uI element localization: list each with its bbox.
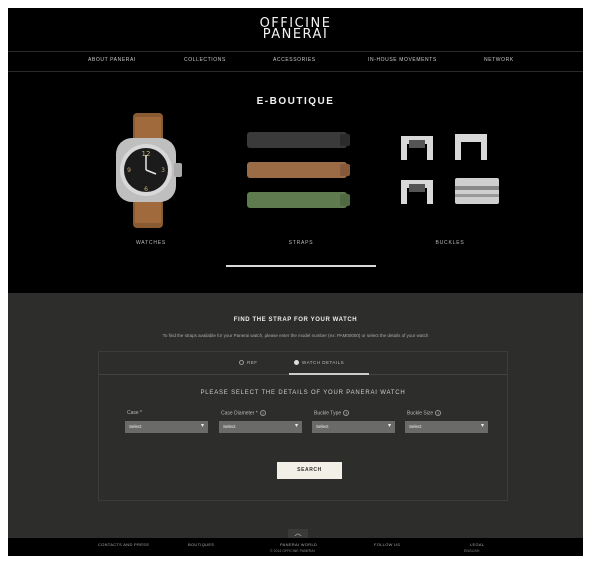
tab-active-underline [289,373,369,375]
tab-watch-details-label: WATCH DETAILS [302,360,345,365]
buckle-type-select[interactable]: Select ▾ [312,421,395,433]
category-buckles[interactable]: BUCKLES [405,240,495,246]
footer-legal[interactable]: LEGAL [470,542,484,547]
nav-network[interactable]: NETWORK [484,57,514,63]
tab-ref-label: REF [247,360,258,365]
select-details-title: PLEASE SELECT THE DETAILS OF YOUR PANERA… [200,390,406,396]
footer-language[interactable]: ENGLISH [464,549,479,553]
svg-text:9: 9 [127,167,131,174]
straps-image[interactable] [244,128,354,218]
case-select[interactable]: Select ▾ [125,421,208,433]
svg-text:6: 6 [144,186,148,193]
strap-finder-section: FIND THE STRAP FOR YOUR WATCH To find th… [8,293,583,556]
footer-follow-us[interactable]: FOLLOW US [374,542,400,547]
buckle-size-select-value: Select [409,424,422,429]
footer-contacts[interactable]: CONTACTS AND PRESS [98,542,149,547]
watch-image[interactable]: 12 6 9 3 [108,113,188,228]
finder-description: To find the straps available for your Pa… [162,333,429,338]
footer-copyright: © 2014 OFFICINE PANERAI [270,549,315,553]
footer-panerai-world[interactable]: PANERAI WORLD [280,542,317,547]
buckles-image[interactable] [393,126,508,216]
case-diameter-select-value: Select [223,424,236,429]
category-straps[interactable]: STRAPS [256,240,346,246]
search-button[interactable]: SEARCH [277,462,342,479]
case-label: Case * [127,410,143,416]
nav-collections[interactable]: COLLECTIONS [184,57,226,63]
svg-text:3: 3 [161,167,165,174]
page: OFFICINE PANERAI ABOUT PANERAI COLLECTIO… [8,8,583,556]
nav-divider-top [8,51,583,52]
chevron-down-icon: ▾ [200,423,204,429]
brand-line-2: PANERAI [262,27,329,42]
footer: CONTACTS AND PRESS BOUTIQUES PANERAI WOR… [8,538,583,556]
chevron-down-icon: ▾ [294,423,298,429]
case-select-value: Select [129,424,142,429]
help-icon[interactable]: ? [259,410,266,416]
buckle-size-select[interactable]: Select ▾ [405,421,488,433]
main-nav: ABOUT PANERAI COLLECTIONS ACCESSORIES IN… [8,57,583,69]
chevron-down-icon: ▾ [387,423,391,429]
finder-tabs: REF WATCH DETAILS [99,352,507,375]
help-icon[interactable]: ? [435,410,442,416]
nav-accessories[interactable]: ACCESSORIES [273,57,316,63]
chevron-down-icon: ▾ [480,423,484,429]
help-icon[interactable]: ? [343,410,350,416]
footer-boutiques[interactable]: BOUTIQUES [188,542,214,547]
tab-watch-details[interactable]: WATCH DETAILS [294,360,345,366]
nav-movements[interactable]: IN-HOUSE MOVEMENTS [368,57,437,63]
case-diameter-label: Case Diameter *? [221,410,266,417]
case-diameter-select[interactable]: Select ▾ [219,421,302,433]
nav-divider-bottom [8,71,583,72]
nav-about[interactable]: ABOUT PANERAI [88,57,136,63]
radio-ref[interactable] [239,360,244,366]
buckle-size-label: Buckle Size? [407,410,442,417]
tab-ref[interactable]: REF [239,360,258,366]
buckle-type-label: Buckle Type? [314,410,350,417]
radio-watch-details[interactable] [294,360,299,366]
finder-panel: REF WATCH DETAILS PLEASE SELECT THE DETA… [98,351,508,501]
category-active-indicator [226,265,376,267]
brand-logo[interactable]: OFFICINE PANERAI [8,17,583,42]
category-watches[interactable]: WATCHES [106,240,196,246]
finder-title: FIND THE STRAP FOR YOUR WATCH [233,317,358,323]
eboutique-title: E-BOUTIQUE [256,96,335,107]
buckle-type-select-value: Select [316,424,329,429]
